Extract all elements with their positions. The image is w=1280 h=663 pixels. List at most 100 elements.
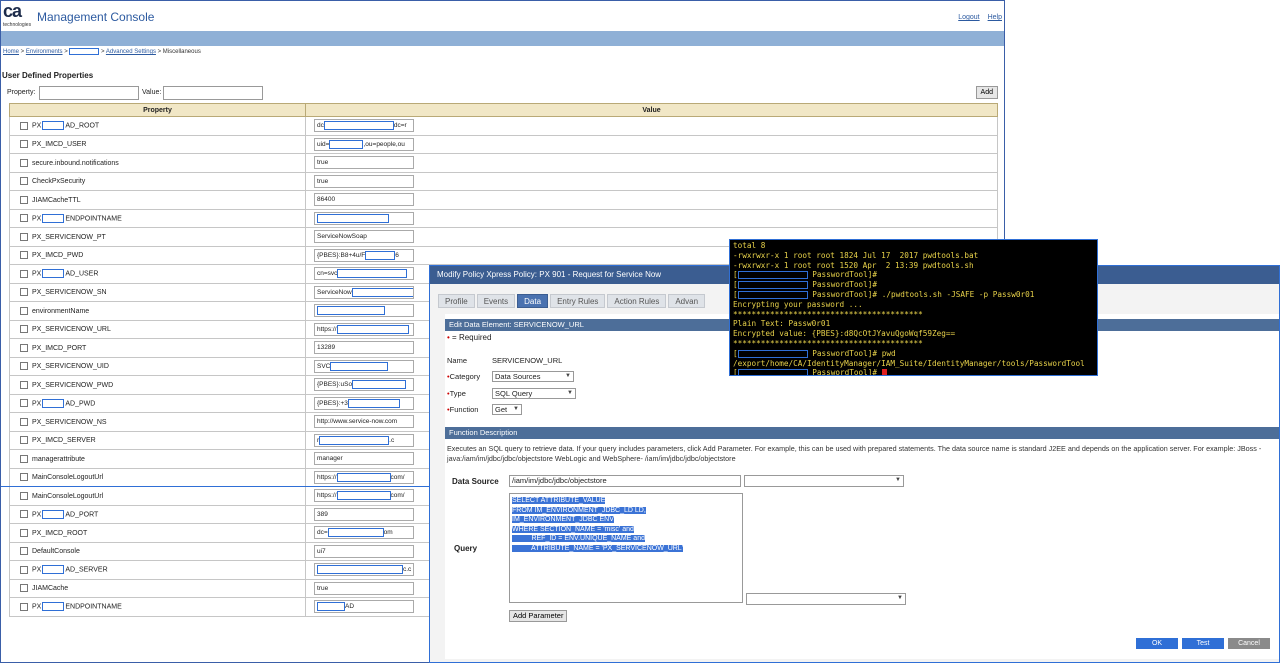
row-checkbox[interactable] — [20, 565, 28, 574]
tab-entry-rules[interactable]: Entry Rules — [550, 294, 606, 308]
row-checkbox[interactable] — [20, 528, 28, 537]
query-line: REF_ID = ENV.UNIQUE_NAME and — [512, 535, 645, 543]
data-source-select[interactable]: ▼ — [744, 475, 904, 487]
value-input[interactable]: https:// com/ — [314, 489, 414, 503]
tab-data[interactable]: Data — [517, 294, 549, 308]
category-select[interactable]: Data Sources ▼ — [492, 371, 574, 382]
type-select[interactable]: SQL Query ▼ — [492, 388, 576, 399]
breadcrumb-home[interactable]: Home — [3, 49, 19, 55]
row-checkbox[interactable] — [20, 158, 28, 167]
row-checkbox[interactable] — [20, 288, 28, 297]
redacted-segment — [317, 213, 389, 223]
value-input[interactable]: dc dc=r — [314, 119, 414, 133]
value-input[interactable]: 13289 — [314, 341, 414, 355]
row-checkbox[interactable] — [20, 140, 28, 149]
value-text-suffix: AD — [345, 603, 355, 611]
row-checkbox[interactable] — [20, 251, 28, 260]
value-input[interactable]: r .c — [314, 433, 414, 447]
row-checkbox[interactable] — [20, 584, 28, 593]
row-checkbox[interactable] — [20, 214, 28, 223]
row-checkbox[interactable] — [20, 380, 28, 389]
function-select[interactable]: Get ▼ — [492, 404, 522, 415]
row-checkbox[interactable] — [20, 399, 28, 408]
redacted-segment — [352, 380, 407, 390]
redacted-segment — [365, 250, 396, 260]
value-input[interactable]: {PBES}:+3 — [314, 396, 414, 410]
property-name: PX — [32, 270, 42, 278]
row-checkbox[interactable] — [20, 195, 28, 204]
value-input[interactable]: 389 — [314, 507, 414, 521]
function-description-heading: Function Description — [445, 427, 1279, 439]
row-checkbox[interactable] — [20, 325, 28, 334]
property-cell: PX AD_ROOT — [9, 116, 306, 136]
row-checkbox[interactable] — [20, 510, 28, 519]
property-name: PX_SERVICENOW_PWD — [32, 381, 114, 389]
row-checkbox[interactable] — [20, 547, 28, 556]
table-row: PX AD_ROOT dc dc=r — [9, 116, 998, 136]
value-input[interactable]: ui7 — [314, 544, 414, 558]
row-checkbox[interactable] — [20, 177, 28, 186]
value-input[interactable]: true — [314, 156, 414, 170]
property-name: PX_SERVICENOW_SN — [32, 289, 107, 297]
value-input[interactable]: cn=svc — [314, 267, 414, 281]
row-checkbox[interactable] — [20, 417, 28, 426]
value-input[interactable]: https:// com/ — [314, 470, 414, 484]
terminal-text: ****************************************… — [733, 338, 923, 348]
value-text-suffix: om — [383, 529, 393, 537]
breadcrumb-environments[interactable]: Environments — [26, 49, 63, 55]
value-input[interactable]: c.c — [314, 563, 414, 577]
ok-button[interactable]: OK — [1136, 638, 1178, 649]
property-name: PX_SERVICENOW_NS — [32, 418, 107, 426]
query-param-select[interactable]: ▼ — [746, 593, 906, 605]
row-checkbox[interactable] — [20, 602, 28, 611]
redacted-segment — [347, 398, 400, 408]
breadcrumb-environment-redacted[interactable] — [69, 48, 100, 55]
property-cell: PX AD_USER — [9, 264, 306, 284]
data-source-input[interactable]: /iam/im/jdbc/jdbc/objectstore — [509, 475, 741, 487]
value-input[interactable]: {PBES}:B8+4u/F 6 — [314, 248, 414, 262]
value-input[interactable]: SVC — [314, 359, 414, 373]
cancel-button[interactable]: Cancel — [1228, 638, 1270, 649]
row-checkbox[interactable] — [20, 269, 28, 278]
value-input[interactable]: true — [314, 174, 414, 188]
row-checkbox[interactable] — [20, 121, 28, 130]
value-input[interactable]: {PBES}:uSo — [314, 378, 414, 392]
row-checkbox[interactable] — [20, 306, 28, 315]
value-cell: true — [305, 171, 998, 191]
property-input[interactable] — [39, 86, 139, 100]
add-parameter-button[interactable]: Add Parameter — [509, 610, 568, 622]
value-input[interactable]: 86400 — [314, 193, 414, 207]
value-input[interactable] — [314, 304, 414, 318]
row-checkbox[interactable] — [20, 232, 28, 241]
row-checkbox[interactable] — [20, 362, 28, 371]
value-input[interactable]: https:// — [314, 322, 414, 336]
value-input[interactable]: ServiceNow — [314, 285, 414, 299]
value-input[interactable]: ServiceNowSoap — [314, 230, 414, 244]
tab-action-rules[interactable]: Action Rules — [607, 294, 667, 308]
value-input[interactable]: manager — [314, 452, 414, 466]
value-input[interactable]: true — [314, 581, 414, 595]
tab-profile[interactable]: Profile — [438, 294, 475, 308]
tab-events[interactable]: Events — [476, 294, 516, 308]
value-input[interactable]: http://www.service-now.com — [314, 415, 414, 429]
row-checkbox[interactable] — [20, 454, 28, 463]
value-input[interactable] — [314, 211, 414, 225]
row-checkbox[interactable] — [20, 491, 28, 500]
chevron-down-icon: ▼ — [895, 477, 901, 483]
value-input[interactable]: uid= ,ou=people,ou — [314, 137, 414, 151]
row-checkbox[interactable] — [20, 343, 28, 352]
test-button[interactable]: Test — [1182, 638, 1224, 649]
breadcrumb-advanced-settings[interactable]: Advanced Settings — [106, 49, 156, 55]
logout-link[interactable]: Logout — [958, 14, 979, 21]
value-input[interactable]: AD — [314, 600, 414, 614]
query-textarea[interactable]: SELECT ATTRIBUTE_VALUE FROM IM_ENVIRONME… — [509, 493, 743, 603]
terminal-line: ****************************************… — [733, 339, 1094, 349]
tab-advanced[interactable]: Advan — [668, 294, 706, 308]
row-checkbox[interactable] — [20, 473, 28, 482]
add-button[interactable]: Add — [975, 86, 998, 99]
row-checkbox[interactable] — [20, 436, 28, 445]
help-link[interactable]: Help — [988, 14, 1002, 21]
value-input[interactable]: dc= om — [314, 526, 414, 540]
value-input[interactable] — [163, 86, 263, 100]
property-cell: PX_IMCD_USER — [9, 134, 306, 154]
